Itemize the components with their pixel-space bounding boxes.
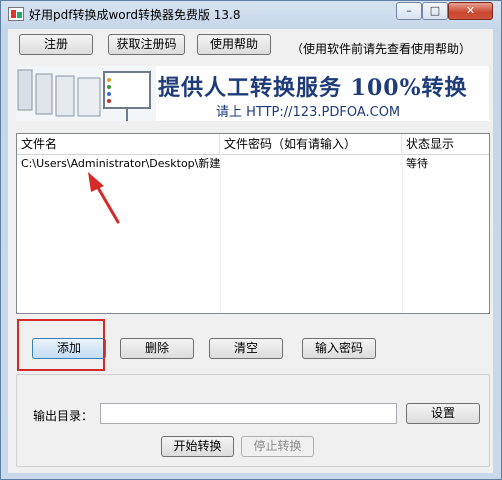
minimize-button[interactable]: – [396,2,422,20]
window-title: 好用pdf转换成word转换器免费版 13.8 [29,8,241,22]
annotation-highlight-box [17,319,105,371]
output-directory-label: 输出目录： [33,409,94,423]
column-header-filename[interactable]: 文件名 [17,134,220,154]
file-password-cell[interactable] [220,155,402,173]
column-header-password[interactable]: 文件密码（如有请输入） [220,134,402,154]
enter-password-button[interactable]: 输入密码 [302,338,376,359]
close-button[interactable]: ✕ [448,2,493,20]
file-list-header: 文件名 文件密码（如有请输入） 状态显示 [17,134,489,155]
clear-button[interactable]: 清空 [209,338,283,359]
column-header-status[interactable]: 状态显示 [402,134,489,154]
stop-conversion-button[interactable]: 停止转换 [241,436,314,457]
table-row[interactable]: C:\Users\Administrator\Desktop\新建... 等待 [17,155,489,173]
banner-url: 请上 HTTP://123.PDFOA.COM [216,105,401,120]
title-bar[interactable]: 好用pdf转换成word转换器免费版 13.8 – □ ✕ [1,1,501,27]
app-icon [8,7,24,21]
file-status-cell: 等待 [406,157,428,170]
file-name-cell: C:\Users\Administrator\Desktop\新建... [21,157,220,170]
column-divider [220,154,221,313]
help-button[interactable]: 使用帮助 [197,34,271,55]
file-list[interactable]: 文件名 文件密码（如有请输入） 状态显示 C:\Users\Administra… [16,133,490,314]
get-registration-code-button[interactable]: 获取注册码 [108,34,185,55]
delete-button[interactable]: 删除 [120,338,194,359]
register-button[interactable]: 注册 [19,34,93,55]
column-divider [402,154,403,313]
whiteboard-illustration [16,66,156,121]
help-hint: （使用软件前请先查看使用帮助） [291,42,472,56]
start-conversion-button[interactable]: 开始转换 [161,436,234,457]
banner-headline: 提供人工转换服务 100%转换 [158,75,468,101]
maximize-button[interactable]: □ [422,2,448,20]
ad-banner[interactable]: 提供人工转换服务 100%转换 请上 HTTP://123.PDFOA.COM [16,66,489,121]
settings-button[interactable]: 设置 [406,403,480,424]
client-area: 注册 获取注册码 使用帮助 （使用软件前请先查看使用帮助） 提供人工转换服务 1… [8,29,493,473]
output-directory-input[interactable] [100,403,397,424]
